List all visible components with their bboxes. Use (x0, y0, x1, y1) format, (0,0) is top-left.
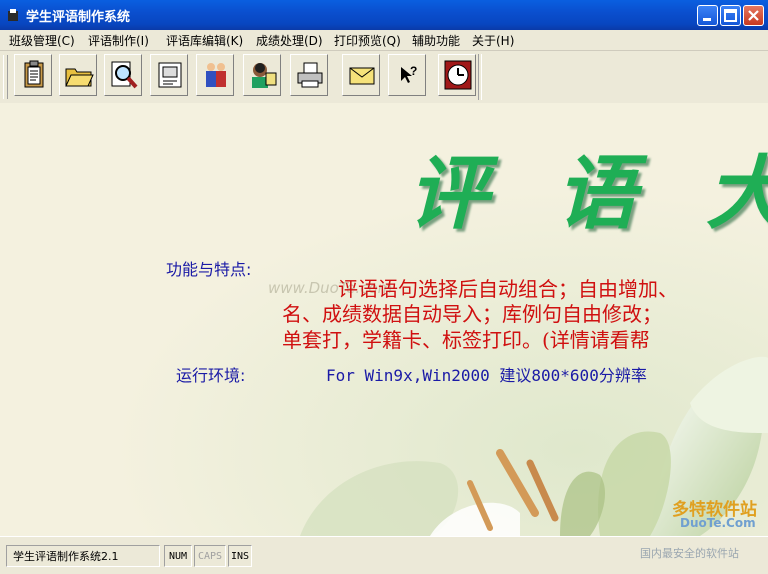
app-window: 学生评语制作系统 班级管理(C) 评语制作(I) 评语库编辑(K) 成绩处理(D… (0, 0, 768, 574)
print-button[interactable] (290, 54, 328, 96)
search-button[interactable] (104, 54, 142, 96)
open-folder-button[interactable] (59, 54, 97, 96)
mail-button[interactable] (342, 54, 380, 96)
open-folder-icon (65, 68, 94, 87)
teacher-icon (252, 63, 277, 88)
toolbar-separator (478, 54, 482, 100)
banner-char-3: 大 (706, 129, 768, 245)
students-icon (206, 63, 226, 87)
menu-about[interactable]: 关于(H) (472, 32, 514, 49)
environment-label: 运行环境: (176, 366, 246, 385)
menu-score-processing[interactable]: 成绩处理(D) (256, 32, 323, 49)
status-text: 学生评语制作系统2.1 (6, 545, 160, 567)
features-line-3: 单套打，学籍卡、标签打印。(详情请看帮 (282, 328, 650, 352)
clipboard-icon (24, 60, 44, 88)
help-button[interactable]: ? (388, 54, 426, 96)
clipboard-button[interactable] (14, 54, 52, 96)
maximize-button[interactable] (720, 5, 741, 26)
minimize-icon (703, 18, 711, 21)
menu-class-management[interactable]: 班级管理(C) (9, 32, 75, 49)
menu-bar: 班级管理(C) 评语制作(I) 评语库编辑(K) 成绩处理(D) 打印预览(Q)… (0, 30, 768, 51)
teacher-button[interactable] (243, 54, 281, 96)
minimize-button[interactable] (697, 5, 718, 26)
students-button[interactable] (196, 54, 234, 96)
close-icon (748, 10, 759, 21)
toolbar-grip[interactable] (3, 55, 8, 99)
brand-domain-watermark: DuoTe.Com (680, 516, 756, 530)
status-bar: 学生评语制作系统2.1 NUM CAPS INS 国内最安全的软件站 (0, 536, 768, 574)
printer-icon (297, 62, 323, 88)
banner-char-1: 评 (408, 146, 488, 240)
menu-tools[interactable]: 辅助功能 (412, 32, 460, 49)
window-title: 学生评语制作系统 (26, 10, 131, 25)
menu-comment-library[interactable]: 评语库编辑(K) (166, 32, 243, 49)
svg-text:?: ? (410, 64, 417, 78)
maximize-icon (724, 9, 737, 22)
magnifier-icon (111, 61, 138, 89)
score-sheet-button[interactable] (150, 54, 188, 96)
ins-indicator: INS (228, 545, 252, 567)
envelope-icon (349, 67, 375, 85)
menu-print-preview[interactable]: 打印预览(Q) (334, 32, 401, 49)
banner-char-2: 语 (556, 146, 636, 240)
toolbar: ? (0, 51, 768, 104)
score-sheet-icon (158, 62, 182, 88)
menu-comment-making[interactable]: 评语制作(I) (88, 32, 149, 49)
features-label: 功能与特点: (166, 260, 252, 279)
help-cursor-icon: ? (401, 64, 417, 83)
title-bar[interactable]: 学生评语制作系统 (0, 0, 768, 30)
app-icon (8, 9, 18, 21)
clock-button[interactable] (438, 54, 476, 96)
brand-slogan-watermark: 国内最安全的软件站 (640, 547, 739, 560)
num-indicator: NUM (164, 545, 192, 567)
environment-value: For Win9x,Win2000 建议800*600分辨率 (326, 366, 647, 385)
clock-icon (444, 60, 472, 90)
features-line-2: 名、成绩数据自动导入；库例句自由修改； (282, 302, 662, 326)
splash-area: 评 语 大 www.DuoTe.com 功能与特点: 评语语句选择后自动组合；自… (0, 103, 768, 536)
caps-indicator: CAPS (194, 545, 226, 567)
close-button[interactable] (743, 5, 764, 26)
